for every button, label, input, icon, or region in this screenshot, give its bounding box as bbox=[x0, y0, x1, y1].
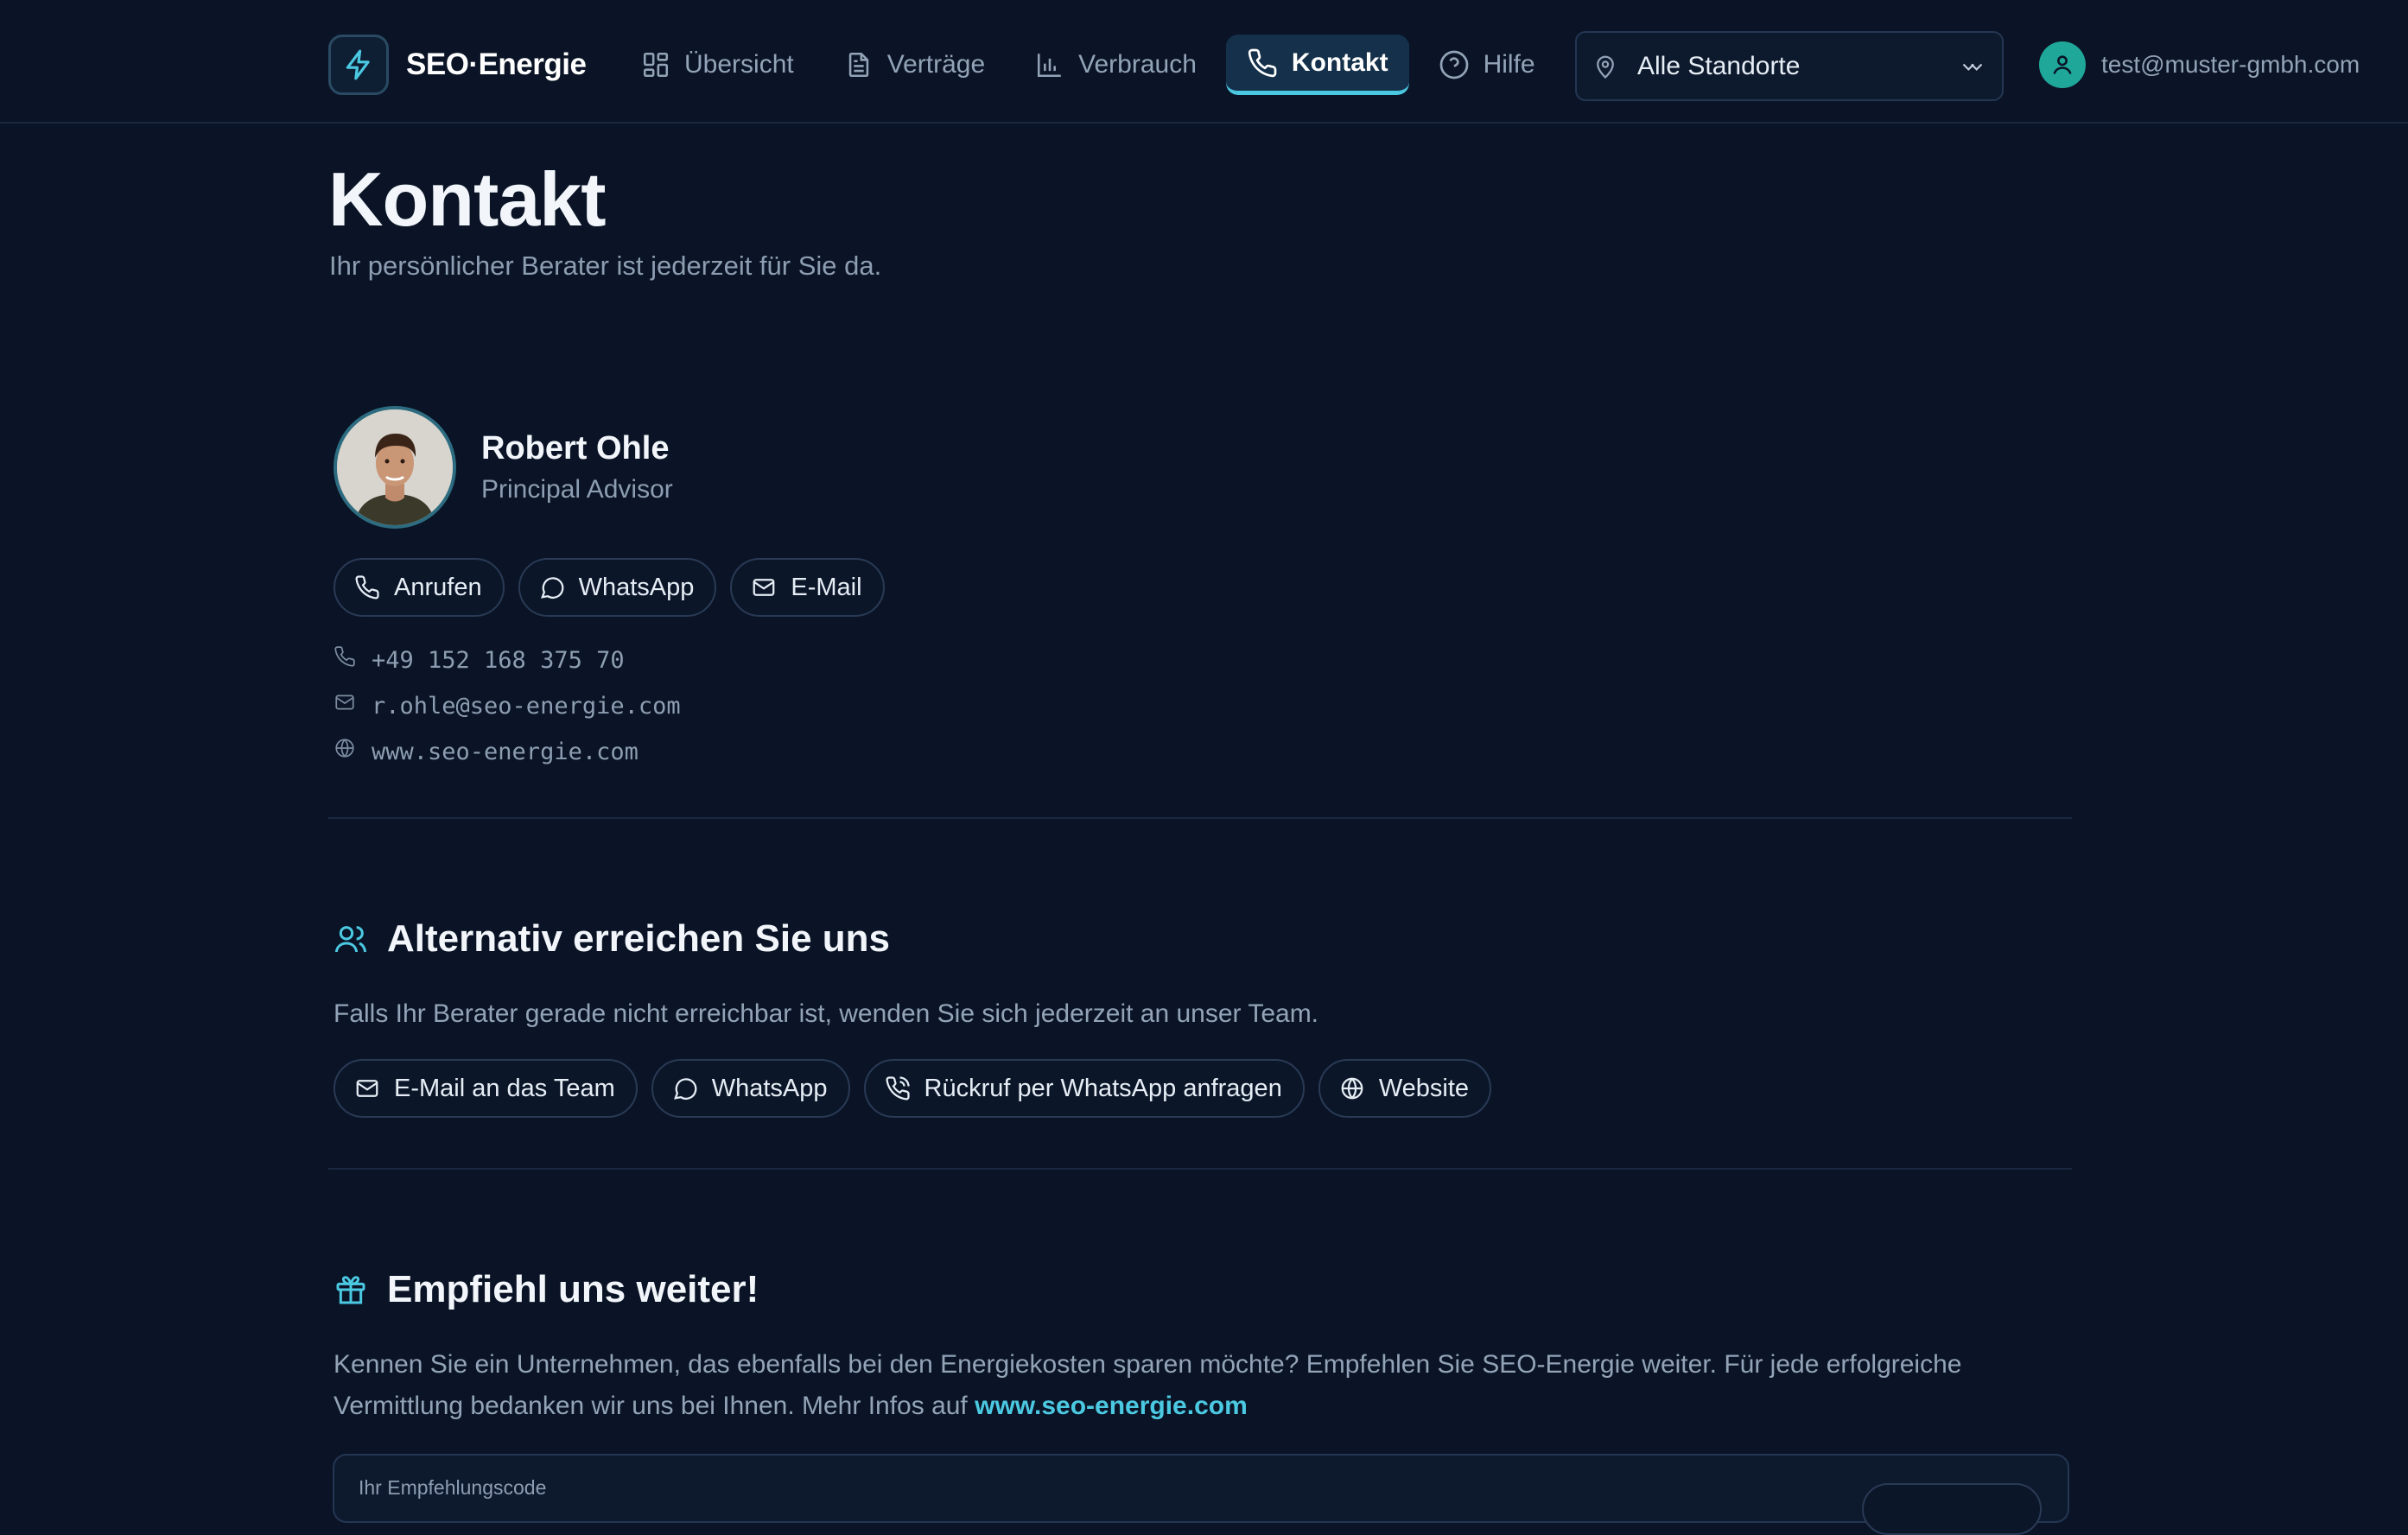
globe-icon bbox=[1339, 1075, 1379, 1101]
chevron-down-icon bbox=[1959, 55, 1986, 79]
website-button[interactable]: Website bbox=[1318, 1059, 1492, 1118]
advisor-email-text: r.ohle@seo-energie.com bbox=[372, 693, 681, 720]
nav-label: Verträge bbox=[886, 50, 986, 79]
user-menu[interactable]: test@muster-gmbh.com bbox=[2039, 41, 2360, 88]
email-button-label: E-Mail bbox=[791, 573, 862, 601]
brand-logo[interactable]: SEO·Energie bbox=[328, 35, 587, 95]
globe-icon bbox=[334, 738, 372, 759]
gift-icon bbox=[334, 1272, 368, 1307]
copy-code-button[interactable] bbox=[1862, 1483, 2042, 1535]
alternative-section-text: Falls Ihr Berater gerade nicht erreichba… bbox=[334, 999, 1319, 1028]
nav-label: Verbrauch bbox=[1078, 50, 1197, 79]
advisor-phone-text: +49 152 168 375 70 bbox=[372, 647, 625, 674]
chat-bubble-icon bbox=[539, 574, 579, 600]
email-button[interactable]: E-Mail bbox=[730, 558, 885, 617]
call-button-label: Anrufen bbox=[394, 573, 482, 601]
advisor-photo bbox=[334, 406, 456, 529]
advisor-phone[interactable]: +49 152 168 375 70 bbox=[334, 637, 681, 683]
alternative-section-header: Alternativ erreichen Sie uns bbox=[334, 917, 890, 961]
alternative-action-row: E-Mail an das Team WhatsApp Rückruf per … bbox=[334, 1059, 1505, 1118]
nav-label: Übersicht bbox=[684, 50, 794, 79]
referral-website-link[interactable]: www.seo-energie.com bbox=[975, 1392, 1248, 1420]
user-icon bbox=[2039, 41, 2086, 88]
referral-section-header: Empfiehl uns weiter! bbox=[334, 1268, 759, 1311]
website-button-label: Website bbox=[1378, 1074, 1470, 1102]
nav-label: Hilfe bbox=[1483, 50, 1535, 79]
dashboard-grid-icon bbox=[641, 50, 684, 79]
section-divider bbox=[328, 817, 2072, 819]
callback-request-button[interactable]: Rückruf per WhatsApp anfragen bbox=[863, 1059, 1305, 1118]
location-select-value: Alle Standorte bbox=[1637, 51, 1801, 80]
location-select[interactable]: Alle Standorte bbox=[1575, 31, 2004, 101]
phone-icon bbox=[354, 574, 394, 600]
top-navigation-bar: SEO·Energie Übersicht Verträge Verbrauch… bbox=[0, 0, 2408, 124]
advisor-contact-list: +49 152 168 375 70 r.ohle@seo-energie.co… bbox=[334, 637, 681, 775]
mail-icon bbox=[334, 695, 372, 714]
nav-item-hilfe[interactable]: Hilfe bbox=[1418, 35, 1556, 95]
phone-icon bbox=[334, 645, 372, 668]
team-whatsapp-button-label: WhatsApp bbox=[711, 1074, 828, 1102]
mail-icon bbox=[751, 574, 791, 600]
section-divider bbox=[328, 1168, 2072, 1170]
advisor-website-text: www.seo-energie.com bbox=[372, 739, 639, 765]
callback-request-button-label: Rückruf per WhatsApp anfragen bbox=[924, 1074, 1282, 1102]
chat-bubble-icon bbox=[672, 1075, 712, 1101]
nav-item-vertraege[interactable]: Verträge bbox=[823, 35, 1006, 95]
referral-code-label: Ihr Empfehlungscode bbox=[359, 1476, 547, 1499]
advisor-name: Robert Ohle bbox=[481, 430, 670, 466]
phone-icon bbox=[1247, 48, 1292, 79]
advisor-action-row: Anrufen WhatsApp E-Mail bbox=[334, 558, 899, 617]
nav-label: Kontakt bbox=[1291, 48, 1388, 77]
user-email: test@muster-gmbh.com bbox=[2101, 51, 2360, 78]
document-icon bbox=[844, 50, 887, 79]
referral-section-text: Kennen Sie ein Unternehmen, das ebenfall… bbox=[334, 1344, 1961, 1427]
phone-callback-icon bbox=[885, 1075, 924, 1101]
referral-code-box[interactable]: Ihr Empfehlungscode bbox=[333, 1454, 2069, 1535]
team-whatsapp-button[interactable]: WhatsApp bbox=[651, 1059, 850, 1118]
lightning-bolt-icon bbox=[328, 35, 389, 95]
advisor-role: Principal Advisor bbox=[481, 475, 673, 504]
nav-item-uebersicht[interactable]: Übersicht bbox=[620, 35, 815, 95]
bar-chart-icon bbox=[1035, 50, 1078, 79]
call-button[interactable]: Anrufen bbox=[334, 558, 505, 617]
mail-icon bbox=[354, 1075, 394, 1101]
map-pin-icon bbox=[1592, 54, 1618, 79]
advisor-website[interactable]: www.seo-energie.com bbox=[334, 729, 681, 775]
email-team-button-label: E-Mail an das Team bbox=[394, 1074, 615, 1102]
whatsapp-button-label: WhatsApp bbox=[578, 573, 695, 601]
whatsapp-button[interactable]: WhatsApp bbox=[518, 558, 717, 617]
advisor-email[interactable]: r.ohle@seo-energie.com bbox=[334, 683, 681, 729]
alternative-section-title: Alternativ erreichen Sie uns bbox=[387, 917, 890, 960]
nav-item-kontakt[interactable]: Kontakt bbox=[1225, 35, 1409, 95]
main-nav: Übersicht Verträge Verbrauch Kontakt Hil… bbox=[620, 35, 1565, 95]
referral-section-title: Empfiehl uns weiter! bbox=[387, 1268, 759, 1310]
referral-text-line-2: Vermittlung bedanken wir uns bei Ihnen. … bbox=[334, 1392, 975, 1420]
users-icon bbox=[334, 922, 368, 956]
advisor-card: Robert Ohle Principal Advisor bbox=[334, 406, 673, 529]
help-circle-icon bbox=[1439, 49, 1484, 80]
brand-name: SEO·Energie bbox=[406, 48, 587, 81]
page-subtitle: Ihr persönlicher Berater ist jederzeit f… bbox=[329, 251, 882, 281]
page-title: Kontakt bbox=[328, 156, 607, 242]
email-team-button[interactable]: E-Mail an das Team bbox=[334, 1059, 638, 1118]
nav-item-verbrauch[interactable]: Verbrauch bbox=[1014, 35, 1217, 95]
referral-text-line-1: Kennen Sie ein Unternehmen, das ebenfall… bbox=[334, 1350, 1962, 1379]
